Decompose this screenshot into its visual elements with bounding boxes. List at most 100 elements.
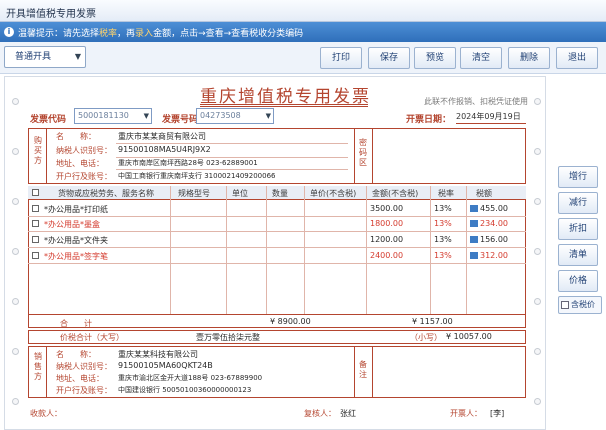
binding-ring: [12, 398, 19, 405]
issuer-label: 开票人：: [450, 409, 482, 418]
tax-code-icon[interactable]: [470, 236, 478, 243]
item-amount[interactable]: 1200.00: [370, 235, 403, 244]
chevron-down-icon: ▼: [143, 112, 149, 120]
row-divider: [28, 263, 526, 264]
divider: [354, 346, 355, 398]
grand-total-caps: 壹万零伍拾柒元整: [196, 333, 260, 342]
binding-ring: [12, 298, 19, 305]
print-button[interactable]: 打印: [320, 47, 362, 69]
grand-total-small: ¥ 10057.00: [446, 332, 492, 341]
row-checkbox[interactable]: [32, 220, 39, 227]
invoice-code-field[interactable]: 5000181130 ▼: [74, 108, 152, 124]
item-rate[interactable]: 13%: [434, 235, 452, 244]
usage-note: 此联不作报销、扣税凭证使用: [424, 97, 528, 106]
delete-button[interactable]: 删除: [508, 47, 550, 69]
col-qty: 数量: [272, 189, 288, 198]
col-rate: 税率: [438, 189, 454, 198]
item-rate[interactable]: 13%: [434, 219, 452, 228]
item-name[interactable]: *办公用品*打印纸: [44, 204, 108, 215]
seller-bank-value[interactable]: 中国建设银行 50050100360000000123: [118, 385, 251, 395]
buyer-name-label: 名 称：: [56, 132, 96, 141]
date-value: 2024年09月19日: [456, 110, 526, 124]
row-checkbox[interactable]: [32, 252, 39, 259]
col-divider: [304, 186, 305, 314]
binding-ring: [534, 348, 541, 355]
invoice-number-field[interactable]: 04273508 ▼: [196, 108, 274, 124]
date-label: 开票日期：: [406, 115, 452, 125]
seller-taxid-value[interactable]: 91500105MA60QKT24B: [118, 361, 213, 370]
buyer-bank-label: 开户行及账号：: [56, 172, 112, 181]
tax-inclusive-checkbox[interactable]: 含税价: [558, 296, 602, 314]
binding-ring: [12, 98, 19, 105]
seller-address-value[interactable]: 重庆市渝北区金开大道188号 023-67889900: [118, 373, 262, 383]
col-divider: [366, 186, 367, 314]
item-tax: 312.00: [470, 251, 508, 260]
invoice-code-label: 发票代码: [30, 115, 67, 125]
seller-name-label: 名 称：: [56, 350, 96, 359]
buyer-side-label: 购买方: [34, 136, 42, 165]
tax-code-icon[interactable]: [470, 252, 478, 259]
select-all-checkbox[interactable]: [32, 189, 39, 196]
col-divider: [170, 186, 171, 314]
preview-button[interactable]: 预览: [414, 47, 456, 69]
tax-code-icon[interactable]: [470, 220, 478, 227]
buyer-taxid-label: 纳税人识别号：: [56, 146, 112, 155]
row-divider: [28, 216, 526, 217]
field-underline: [116, 143, 348, 144]
binding-ring: [12, 148, 19, 155]
col-divider: [466, 186, 467, 314]
item-amount[interactable]: 3500.00: [370, 204, 403, 213]
binding-ring: [534, 198, 541, 205]
row-checkbox[interactable]: [32, 205, 39, 212]
buyer-taxid-value[interactable]: 91500108MA5U4RJ9X2: [118, 145, 211, 154]
item-amount[interactable]: 2400.00: [370, 251, 403, 260]
row-divider: [28, 247, 526, 248]
item-name[interactable]: *办公用品*墨盒: [44, 219, 100, 230]
seller-side-label: 销售方: [34, 352, 42, 381]
seller-name-value[interactable]: 重庆某某科技有限公司: [118, 349, 198, 360]
total-label: 合 计: [60, 319, 92, 328]
divider: [354, 128, 355, 184]
item-name[interactable]: *办公用品*签字笔: [44, 251, 108, 262]
remark-label: 备注: [359, 360, 367, 379]
reviewer-value[interactable]: 张红: [340, 408, 356, 419]
checkbox-box[interactable]: [561, 301, 569, 309]
binding-ring: [534, 148, 541, 155]
buyer-address-value[interactable]: 重庆市南岸区南坪西路28号 023-62889001: [118, 158, 258, 168]
item-name[interactable]: *办公用品*文件夹: [44, 235, 108, 246]
col-divider: [226, 186, 227, 314]
col-unit: 单位: [232, 189, 248, 198]
item-rate[interactable]: 13%: [434, 204, 452, 213]
price-button[interactable]: 价格: [558, 270, 598, 292]
divider: [372, 346, 373, 398]
buyer-name-value[interactable]: 重庆市某某商贸有限公司: [118, 131, 206, 142]
clear-button[interactable]: 清空: [460, 47, 502, 69]
save-button[interactable]: 保存: [368, 47, 410, 69]
tax-code-icon[interactable]: [470, 205, 478, 212]
remove-row-button[interactable]: 减行: [558, 192, 598, 214]
row-checkbox[interactable]: [32, 236, 39, 243]
exit-button[interactable]: 退出: [556, 47, 598, 69]
binding-ring: [12, 248, 19, 255]
grand-total-label: 价税合计（大写）: [60, 333, 124, 342]
chevron-down-icon: ▼: [74, 52, 81, 61]
invoice-type-select[interactable]: 普通开具 ▼: [4, 46, 86, 68]
add-row-button[interactable]: 增行: [558, 166, 598, 188]
item-tax: 455.00: [470, 204, 508, 213]
seller-address-label: 地址、电话：: [56, 374, 104, 383]
binding-ring: [534, 298, 541, 305]
item-rate[interactable]: 13%: [434, 251, 452, 260]
col-spec: 规格型号: [178, 189, 210, 198]
seller-bank-label: 开户行及账号：: [56, 386, 112, 395]
binding-ring: [534, 398, 541, 405]
grand-total-small-label: （小写）: [410, 333, 442, 342]
invoice-number-label: 发票号码: [162, 115, 199, 125]
discount-button[interactable]: 折扣: [558, 218, 598, 240]
list-button[interactable]: 清单: [558, 244, 598, 266]
issuer-value[interactable]: [李]: [490, 408, 504, 419]
binding-ring: [12, 348, 19, 355]
chevron-down-icon: ▼: [265, 112, 271, 120]
buyer-bank-value[interactable]: 中国工商银行重庆南坪支行 3100021409200066: [118, 171, 275, 181]
tip-text: 温馨提示：请先选择税率，再录入金额，点击→查看→查看税收分类编码: [18, 29, 304, 39]
item-amount[interactable]: 1800.00: [370, 219, 403, 228]
